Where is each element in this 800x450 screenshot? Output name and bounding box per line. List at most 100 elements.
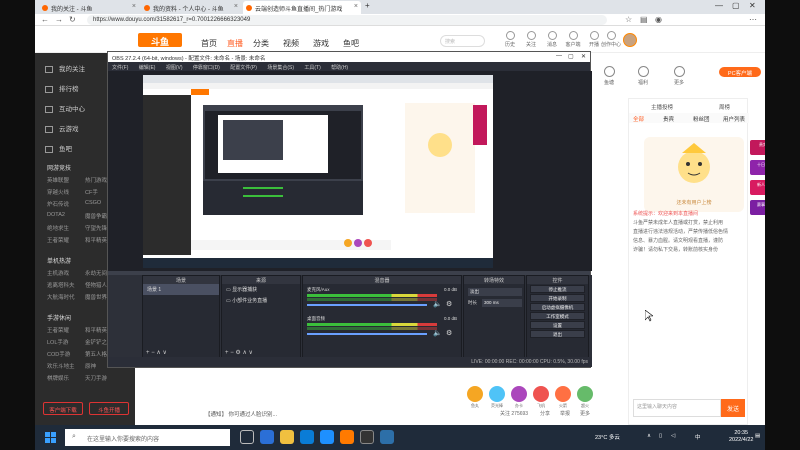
volume-slider[interactable] [307, 304, 427, 306]
category-link[interactable]: 大航海时代 [47, 293, 75, 301]
category-link[interactable]: COD手游 [47, 350, 70, 358]
settings-button[interactable]: 设置 [530, 321, 585, 329]
nav-live[interactable]: 直播 [227, 38, 243, 49]
tab-all[interactable]: 全部 [633, 115, 644, 123]
send-button[interactable]: 发送 [721, 399, 745, 417]
add-icon[interactable]: + [225, 350, 229, 356]
volume-slider[interactable] [307, 333, 427, 335]
start-recording-button[interactable]: 开始录制 [530, 294, 585, 302]
task-view-icon[interactable] [240, 430, 254, 444]
close-icon[interactable]: × [234, 3, 238, 10]
steam-app-icon[interactable] [380, 430, 394, 444]
obs-app-icon[interactable] [360, 430, 374, 444]
close-icon[interactable]: × [132, 3, 136, 10]
category-link[interactable]: 魔兽争霸 [85, 212, 107, 220]
welfare-button[interactable]: 福利 [631, 66, 655, 86]
nav-category[interactable]: 分类 [253, 38, 269, 49]
category-link[interactable]: 第五人格 [85, 350, 107, 358]
weather-widget[interactable]: 23°C 多云 [595, 433, 620, 441]
chevron-up-icon[interactable]: ∧ [647, 433, 651, 439]
source-item[interactable]: ▭ 显示器捕获 [222, 284, 300, 295]
back-icon[interactable]: ← [41, 15, 49, 24]
browser-tab-3[interactable]: 云端创造师斗鱼直播间_热门游戏 × [243, 1, 361, 14]
gear-icon[interactable]: ⚙ [446, 300, 452, 308]
gift-icon[interactable] [511, 386, 527, 402]
leftnav-interaction[interactable]: 互动中心 [45, 103, 85, 113]
category-link[interactable]: 欢乐斗地主 [47, 362, 75, 370]
nav-video[interactable]: 视频 [283, 38, 299, 49]
source-item[interactable]: ▭ 小部件业务直播 [222, 295, 300, 306]
tab-fans[interactable]: 粉丝团 [693, 115, 710, 123]
promo-card[interactable]: 十日充值 [750, 160, 765, 175]
close-icon[interactable]: × [354, 3, 358, 10]
category-link[interactable]: LOL手游 [47, 338, 68, 346]
category-link[interactable]: 守望先锋 [85, 224, 107, 232]
douyu-logo[interactable]: 斗鱼 [138, 33, 182, 47]
maximize-icon[interactable]: ▢ [568, 53, 574, 60]
chevron-up-icon[interactable]: ∧ [242, 350, 246, 356]
transition-select[interactable]: 淡出 [468, 288, 522, 296]
file-explorer-icon[interactable] [280, 430, 294, 444]
speaker-icon[interactable]: 🔈 [433, 329, 442, 337]
chevron-down-icon[interactable]: ∨ [249, 350, 253, 356]
new-tab-icon[interactable]: + [365, 1, 370, 10]
stop-streaming-button[interactable]: 停止推流 [530, 285, 585, 293]
speaker-icon[interactable]: 🔈 [433, 300, 442, 308]
category-link[interactable]: 热门游戏 [85, 176, 107, 184]
tab-userlist[interactable]: 用户列表 [723, 115, 745, 123]
remove-icon[interactable]: − [230, 350, 234, 356]
category-link[interactable]: 王者荣耀 [47, 326, 69, 334]
history-button[interactable]: 历史 [500, 31, 520, 48]
close-window-icon[interactable]: ✕ [749, 1, 756, 10]
avatar[interactable] [623, 33, 637, 47]
browser-tab-1[interactable]: 我的关注 - 斗鱼 × [39, 1, 139, 14]
duration-input[interactable]: 300 ms [482, 299, 522, 307]
nav-game[interactable]: 游戏 [313, 38, 329, 49]
studio-mode-button[interactable]: 工作室模式 [530, 312, 585, 320]
refresh-icon[interactable]: ↻ [69, 15, 76, 24]
gift-icon[interactable] [533, 386, 549, 402]
category-link[interactable]: 绝地求生 [47, 224, 69, 232]
category-link[interactable]: 魔兽世界 [85, 293, 107, 301]
report-button[interactable]: 举报 [560, 410, 570, 417]
url-input[interactable]: https://www.douyu.com/31582617_r=0.70012… [87, 15, 607, 25]
promo-card[interactable]: 赛事福利 [750, 200, 765, 215]
remove-icon[interactable]: − [151, 350, 155, 356]
client-download-button[interactable]: 客户端下载 [43, 402, 83, 415]
week-rank-tab[interactable]: 周榜 [719, 103, 730, 111]
share-button[interactable]: 分享 [540, 410, 550, 417]
category-link[interactable]: 和平精英 [85, 236, 107, 244]
close-icon[interactable]: ✕ [581, 53, 586, 60]
favorites-icon[interactable]: ☆ [625, 15, 632, 24]
category-link[interactable]: CSGO [85, 200, 101, 206]
chevron-up-icon[interactable]: ∧ [156, 350, 160, 356]
gift-icon[interactable] [555, 386, 571, 402]
category-link[interactable]: 逃离塔科夫 [47, 281, 75, 289]
leftnav-follow[interactable]: 我的关注 [45, 63, 85, 73]
notification-icon[interactable]: ▤ [755, 433, 760, 439]
fishpond-button[interactable]: 鱼塘 [597, 66, 621, 86]
more-link[interactable]: 更多 [580, 410, 590, 417]
leftnav-cloudgame[interactable]: 云游戏 [45, 123, 79, 133]
collections-icon[interactable]: ▤ [640, 15, 648, 24]
exit-button[interactable]: 退出 [530, 330, 585, 338]
category-link[interactable]: 炉石传说 [47, 200, 69, 208]
profile-icon[interactable]: ◉ [655, 15, 662, 24]
chevron-down-icon[interactable]: ∨ [162, 350, 166, 356]
minimize-icon[interactable]: — [715, 1, 723, 10]
promo-card[interactable]: 贵宾卡 [750, 140, 765, 155]
nav-fishbar[interactable]: 鱼吧 [343, 38, 359, 49]
category-link[interactable]: 穿越火线 [47, 188, 69, 196]
network-icon[interactable]: ▯ [659, 433, 662, 439]
follow-button[interactable]: 关注 [521, 31, 541, 48]
tab-vip[interactable]: 贵宾 [663, 115, 674, 123]
category-link[interactable]: 和平精英 [85, 326, 107, 334]
store-icon[interactable] [300, 430, 314, 444]
more-button[interactable]: 更多 [667, 66, 691, 86]
minimize-icon[interactable]: — [556, 53, 562, 59]
nav-home[interactable]: 首页 [201, 38, 217, 49]
gear-icon[interactable]: ⚙ [235, 350, 240, 356]
category-link[interactable]: CF手 [85, 188, 98, 196]
category-link[interactable]: 怪物猎人 [85, 281, 107, 289]
follow-count[interactable]: 关注 275693 [500, 410, 528, 417]
